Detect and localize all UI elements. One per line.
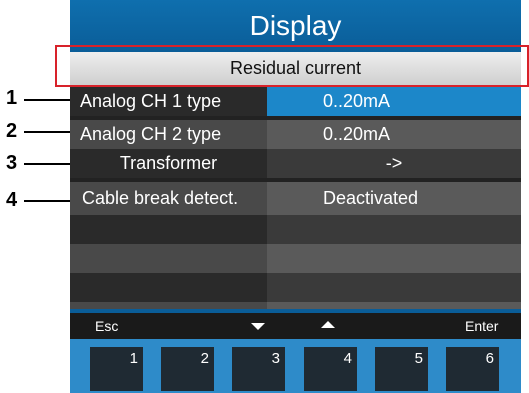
callout-4: 4 (6, 189, 18, 211)
empty-row (70, 244, 521, 273)
callout-2: 2 (6, 120, 18, 142)
triangle-up-icon (321, 321, 335, 328)
cable-break-detect-label: Cable break detect. (70, 182, 267, 215)
row-cable-break-detect[interactable]: Cable break detect. Deactivated (70, 182, 521, 215)
device-screen: Display Residual current Analog CH 1 typ… (70, 0, 521, 393)
softkey-buttons: 1 2 3 4 5 6 (70, 339, 521, 393)
analog-ch1-type-value[interactable]: 0..20mA (267, 87, 521, 116)
cable-break-detect-value[interactable]: Deactivated (267, 182, 521, 215)
callout-3: 3 (6, 152, 18, 174)
transformer-submenu-arrow[interactable]: -> (267, 149, 521, 178)
analog-ch2-type-label: Analog CH 2 type (70, 120, 267, 149)
analog-ch1-type-label: Analog CH 1 type (70, 87, 267, 116)
softkey-button-1[interactable]: 1 (90, 347, 143, 391)
analog-ch2-type-value[interactable]: 0..20mA (267, 120, 521, 149)
row-analog-ch2-type[interactable]: Analog CH 2 type 0..20mA (70, 120, 521, 149)
empty-row (70, 273, 521, 302)
softkey-labels: Esc Enter (70, 313, 521, 339)
page-title: Display (70, 0, 521, 52)
callout-1: 1 (6, 87, 18, 109)
softkey-enter-label: Enter (465, 318, 499, 334)
triangle-down-icon (251, 323, 265, 330)
softkey-button-3[interactable]: 3 (232, 347, 285, 391)
menu-section-header: Residual current (70, 52, 521, 85)
softkey-esc-label: Esc (95, 318, 119, 334)
softkey-button-5[interactable]: 5 (375, 347, 428, 391)
softkey-button-6[interactable]: 6 (446, 347, 499, 391)
row-analog-ch1-type[interactable]: Analog CH 1 type 0..20mA (70, 87, 521, 116)
empty-row (70, 215, 521, 244)
settings-list: Analog CH 1 type 0..20mA Analog CH 2 typ… (70, 87, 521, 331)
softkey-button-2[interactable]: 2 (161, 347, 214, 391)
transformer-label: Transformer (70, 149, 267, 178)
row-transformer[interactable]: Transformer -> (70, 149, 521, 178)
softkey-button-4[interactable]: 4 (304, 347, 357, 391)
